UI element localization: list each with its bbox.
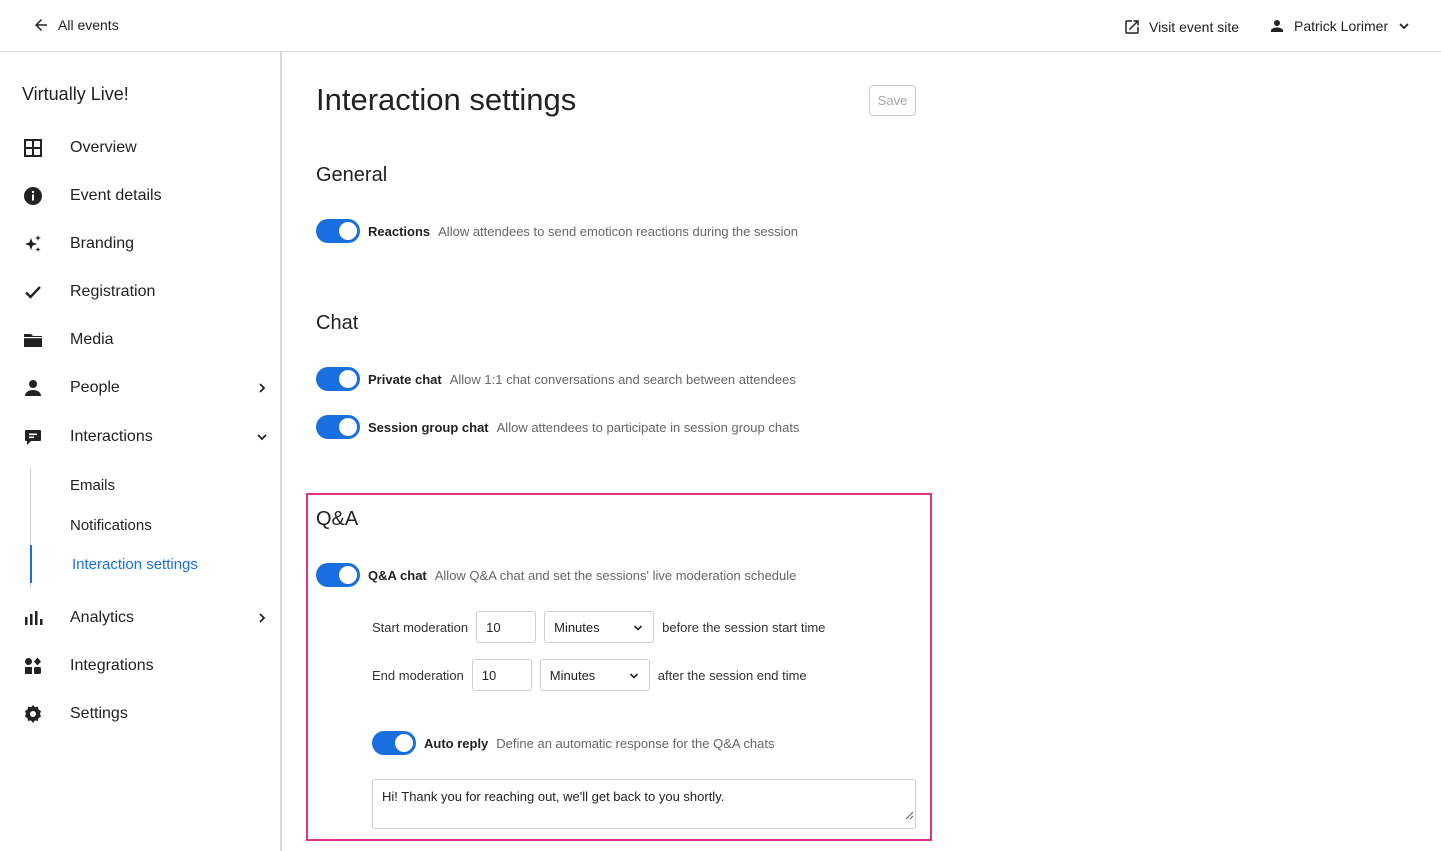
- auto-reply-toggle[interactable]: [372, 731, 416, 755]
- event-name: Virtually Live!: [22, 84, 129, 104]
- user-menu[interactable]: Patrick Lorimer: [1268, 17, 1410, 35]
- sidebar-item-event-details[interactable]: Event details: [0, 178, 280, 214]
- visit-event-site-link[interactable]: Visit event site: [1123, 18, 1239, 36]
- toggle-description: Allow Q&A chat and set the sessions' liv…: [434, 567, 797, 583]
- info-icon: [22, 185, 44, 207]
- sparkle-icon: [22, 233, 44, 255]
- sidebar-item-branding[interactable]: Branding: [0, 226, 280, 262]
- person-icon: [22, 377, 44, 399]
- toggle-label: Reactions: [368, 223, 431, 239]
- toggle-description: Allow attendees to participate in sessio…: [496, 419, 800, 435]
- chevron-right-icon: [259, 613, 266, 623]
- chevron-down-icon: [629, 673, 638, 679]
- end-moderation-suffix: after the session end time: [657, 667, 807, 683]
- person-icon: [1271, 20, 1283, 32]
- section-title-chat: Chat: [316, 312, 359, 334]
- chevron-right-icon: [259, 383, 266, 393]
- end-moderation-input[interactable]: [471, 659, 532, 691]
- auto-reply-message-input[interactable]: Hi! Thank you for reaching out, we'll ge…: [372, 779, 916, 829]
- top-bar: All events Visit event site Patrick Lori…: [0, 0, 1441, 52]
- private-chat-setting: Private chat Allow 1:1 chat conversation…: [316, 367, 796, 391]
- back-to-events-link[interactable]: All events: [32, 16, 119, 34]
- chevron-down-icon: [257, 434, 267, 441]
- folder-icon: [22, 329, 44, 351]
- sidebar-item-label: Settings: [70, 705, 128, 722]
- section-title-qa: Q&A: [316, 508, 359, 530]
- end-moderation-row: End moderation Minutes after the session…: [372, 659, 807, 691]
- start-moderation-unit-select[interactable]: Minutes: [544, 611, 655, 643]
- sidebar-subitem-interaction-settings[interactable]: Interaction settings: [72, 556, 198, 573]
- bar-chart-icon: [22, 607, 44, 629]
- chevron-down-icon: [634, 625, 643, 631]
- toggle-label: Auto reply: [424, 735, 489, 751]
- save-button[interactable]: Save: [869, 85, 916, 116]
- check-icon: [22, 281, 44, 303]
- resize-handle-icon[interactable]: [902, 808, 914, 820]
- sidebar: Virtually Live! Overview Event details B…: [0, 52, 282, 851]
- sidebar-item-label: Overview: [70, 139, 137, 156]
- sidebar-item-registration[interactable]: Registration: [0, 274, 280, 310]
- sidebar-item-label: Branding: [70, 235, 135, 252]
- select-value: Minutes: [549, 667, 596, 683]
- select-value: Minutes: [554, 619, 600, 635]
- arrow-left-icon: [35, 19, 47, 31]
- sidebar-item-people[interactable]: People: [0, 370, 280, 406]
- toggle-description: Allow attendees to send emoticon reactio…: [438, 223, 799, 239]
- submenu-active-indicator: [30, 545, 32, 583]
- sidebar-item-label: Interactions: [70, 428, 153, 445]
- user-name: Patrick Lorimer: [1294, 18, 1389, 34]
- chevron-down-icon: [1399, 23, 1409, 30]
- start-moderation-input[interactable]: [476, 611, 537, 643]
- sidebar-item-label: Event details: [70, 187, 162, 204]
- private-chat-toggle[interactable]: [316, 367, 360, 391]
- back-label: All events: [58, 17, 119, 33]
- sidebar-subitem-emails[interactable]: Emails: [70, 477, 115, 494]
- integrations-icon: [22, 655, 44, 677]
- reactions-toggle[interactable]: [316, 219, 360, 243]
- page-title: Interaction settings: [316, 82, 577, 117]
- sidebar-item-label: Registration: [70, 283, 156, 300]
- sidebar-item-label: Media: [70, 331, 114, 348]
- toggle-label: Private chat: [368, 371, 442, 387]
- reactions-setting: Reactions Allow attendees to send emotic…: [316, 219, 798, 243]
- end-moderation-label: End moderation: [372, 667, 464, 683]
- qa-chat-setting: Q&A chat Allow Q&A chat and set the sess…: [316, 563, 796, 587]
- sidebar-item-analytics[interactable]: Analytics: [0, 600, 280, 636]
- toggle-description: Define an automatic response for the Q&A…: [496, 735, 775, 751]
- sidebar-item-settings[interactable]: Settings: [0, 696, 280, 732]
- start-moderation-suffix: before the session start time: [662, 619, 826, 635]
- sidebar-subitem-notifications[interactable]: Notifications: [70, 517, 152, 534]
- toggle-label: Session group chat: [368, 419, 489, 435]
- chat-icon: [22, 426, 44, 448]
- visit-label: Visit event site: [1149, 19, 1240, 35]
- auto-reply-setting: Auto reply Define an automatic response …: [372, 731, 775, 755]
- sidebar-item-label: Integrations: [70, 657, 154, 674]
- end-moderation-unit-select[interactable]: Minutes: [539, 659, 650, 691]
- toggle-label: Q&A chat: [368, 567, 427, 583]
- session-group-chat-setting: Session group chat Allow attendees to pa…: [316, 415, 799, 439]
- sidebar-item-label: Analytics: [70, 609, 135, 626]
- external-link-icon: [1125, 20, 1139, 34]
- gear-icon: [22, 703, 44, 725]
- section-title-general: General: [316, 164, 388, 186]
- grid-icon: [22, 137, 44, 159]
- start-moderation-row: Start moderation Minutes before the sess…: [372, 611, 825, 643]
- sidebar-item-overview[interactable]: Overview: [0, 130, 280, 166]
- session-group-chat-toggle[interactable]: [316, 415, 360, 439]
- start-moderation-label: Start moderation: [372, 619, 469, 635]
- sidebar-item-integrations[interactable]: Integrations: [0, 648, 280, 684]
- sidebar-item-label: People: [70, 379, 120, 396]
- qa-chat-toggle[interactable]: [316, 563, 360, 587]
- sidebar-item-interactions[interactable]: Interactions: [0, 419, 280, 455]
- toggle-description: Allow 1:1 chat conversations and search …: [449, 371, 796, 387]
- sidebar-item-media[interactable]: Media: [0, 322, 280, 358]
